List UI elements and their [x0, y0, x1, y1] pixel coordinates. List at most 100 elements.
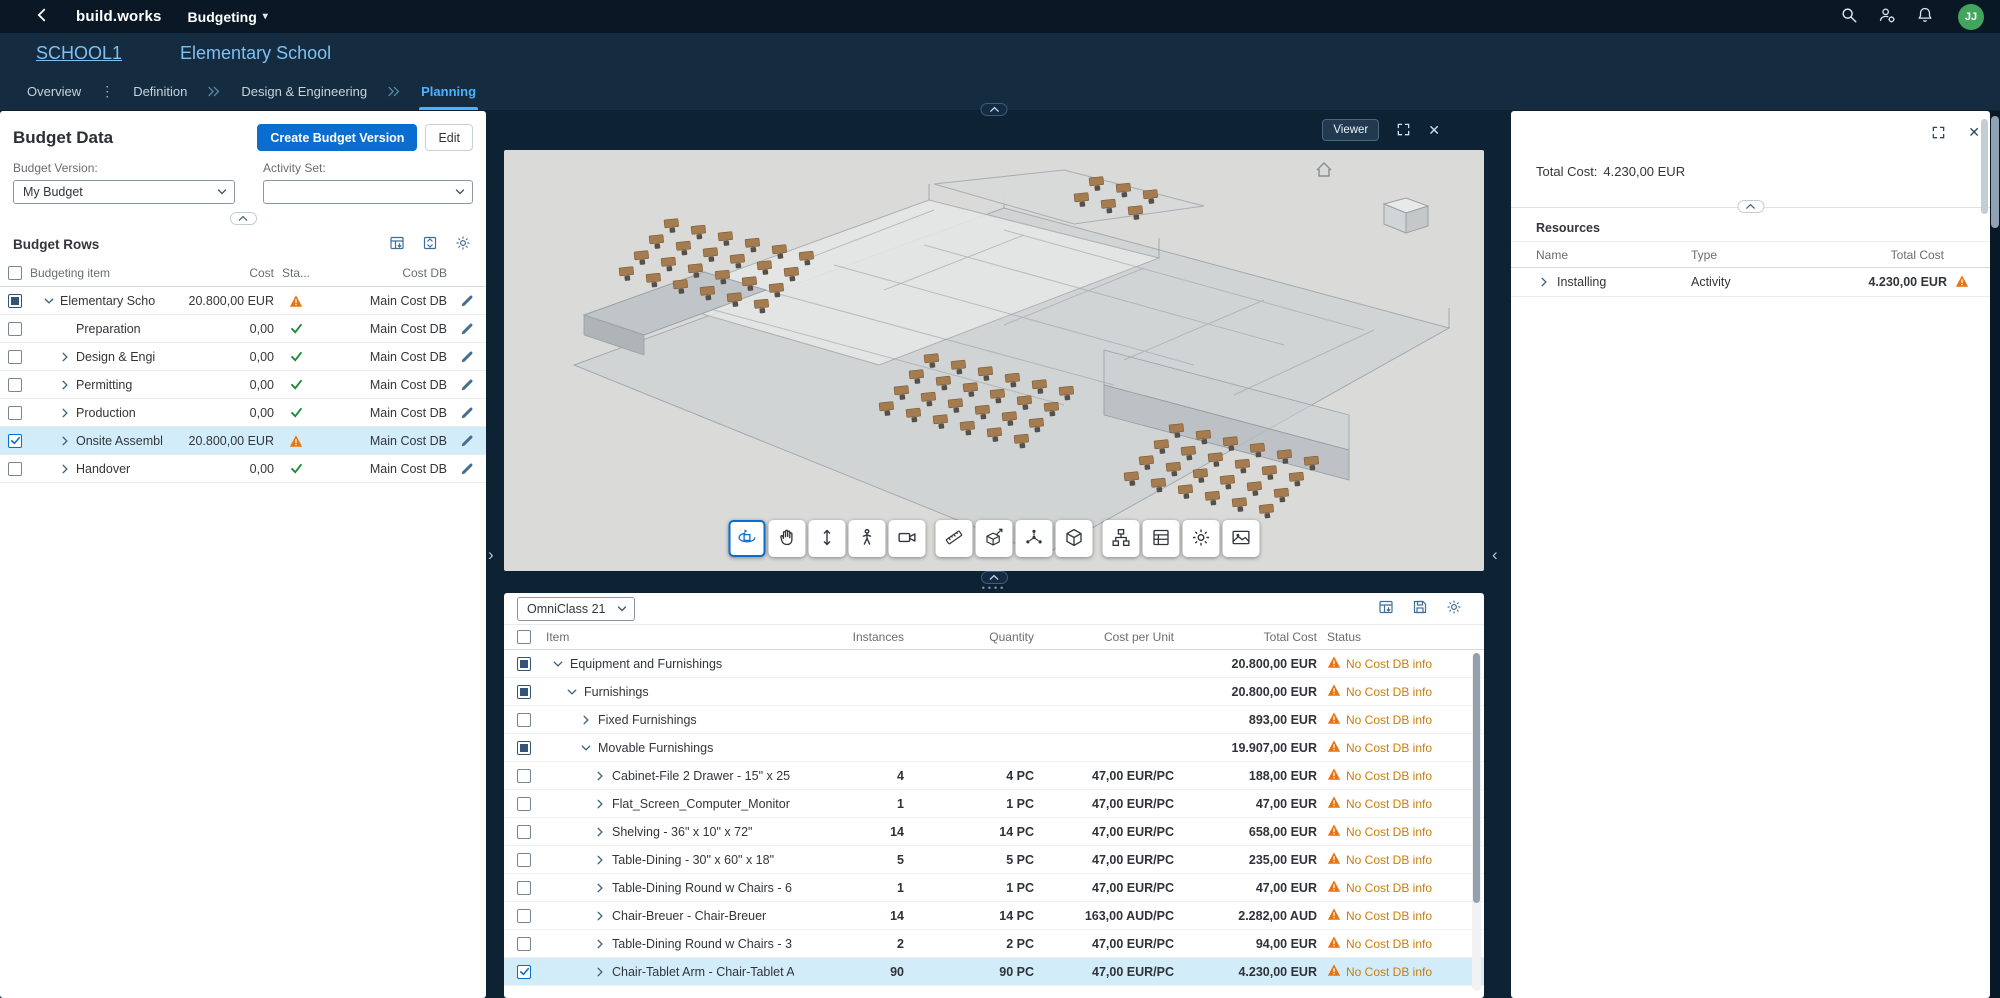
- budget-row[interactable]: Production 0,00 Main Cost DB: [0, 399, 486, 427]
- collapse-node-icon[interactable]: [563, 683, 580, 700]
- row-checkbox[interactable]: [517, 712, 531, 727]
- scrollbar-thumb[interactable]: [1473, 653, 1480, 903]
- row-checkbox[interactable]: [517, 740, 531, 755]
- budget-version-select[interactable]: My Budget: [13, 180, 235, 204]
- expand-node-icon[interactable]: [591, 935, 608, 952]
- back-button[interactable]: [30, 5, 54, 29]
- explode-tool-button[interactable]: [1015, 520, 1053, 557]
- avatar[interactable]: JJ: [1958, 3, 1984, 30]
- edit-pencil-icon[interactable]: [447, 462, 486, 476]
- expand-node-icon[interactable]: [56, 432, 73, 449]
- items-scrollbar[interactable]: [1472, 653, 1481, 991]
- expand-node-icon[interactable]: [56, 348, 73, 365]
- sheet-tool-button[interactable]: [1142, 520, 1180, 557]
- camera-tool-button[interactable]: [888, 520, 926, 557]
- collapse-node-icon[interactable]: [40, 292, 57, 309]
- edit-pencil-icon[interactable]: [447, 434, 486, 448]
- edit-pencil-icon[interactable]: [447, 322, 486, 336]
- row-checkbox[interactable]: [517, 768, 531, 783]
- expand-left-panel-chevron[interactable]: ›: [488, 546, 494, 563]
- expand-node-icon[interactable]: [591, 851, 608, 868]
- search-button[interactable]: [1840, 6, 1858, 27]
- scrollbar-thumb[interactable]: [1981, 119, 1988, 214]
- budget-row[interactable]: Onsite Assembl 20.800,00 EUR Main Cost DB: [0, 427, 486, 455]
- expand-node-icon[interactable]: [56, 376, 73, 393]
- edit-button[interactable]: Edit: [425, 124, 473, 151]
- item-row[interactable]: Equipment and Furnishings 20.800,00 EUR No…: [504, 650, 1484, 678]
- item-row[interactable]: Flat_Screen_Computer_Monitor 1 1 PC 47,00 E…: [504, 790, 1484, 818]
- project-code-link[interactable]: SCHOOL1: [36, 43, 122, 64]
- row-checkbox[interactable]: [517, 796, 531, 811]
- item-row[interactable]: Cabinet-File 2 Drawer - 15" x 25 4 4 PC 47,…: [504, 762, 1484, 790]
- expand-node-icon[interactable]: [56, 460, 73, 477]
- row-checkbox[interactable]: [517, 936, 531, 951]
- expand-node-icon[interactable]: [1535, 274, 1552, 291]
- expand-node-icon[interactable]: [577, 711, 594, 728]
- hierarchy-tool-button[interactable]: [1102, 520, 1140, 557]
- tab-overview[interactable]: Overview: [25, 73, 83, 110]
- pan-tool-button[interactable]: [768, 520, 806, 557]
- expand-node-icon[interactable]: [591, 879, 608, 896]
- expand-node-icon[interactable]: [56, 404, 73, 421]
- row-checkbox[interactable]: [8, 293, 22, 308]
- row-checkbox[interactable]: [8, 321, 22, 336]
- item-row[interactable]: Chair-Tablet Arm - Chair-Tablet A 90 90 PC…: [504, 958, 1484, 986]
- row-checkbox[interactable]: [8, 349, 22, 364]
- edit-pencil-icon[interactable]: [447, 294, 486, 308]
- settings-button[interactable]: [1446, 599, 1462, 618]
- item-row[interactable]: Movable Furnishings 19.907,00 EUR No Cost …: [504, 734, 1484, 762]
- fullscreen-button[interactable]: [1931, 125, 1946, 142]
- row-checkbox[interactable]: [517, 684, 531, 699]
- expand-node-icon[interactable]: [591, 963, 608, 980]
- close-viewer-button[interactable]: ✕: [1428, 123, 1440, 137]
- settings-tool-button[interactable]: [1182, 520, 1220, 557]
- render-tool-button[interactable]: [1222, 520, 1260, 557]
- expand-node-icon[interactable]: [591, 907, 608, 924]
- row-checkbox[interactable]: [517, 656, 531, 671]
- model-3d-canvas[interactable]: [504, 150, 1484, 571]
- row-checkbox[interactable]: [517, 880, 531, 895]
- measure-tool-button[interactable]: [935, 520, 973, 557]
- budget-row[interactable]: Design & Engi 0,00 Main Cost DB: [0, 343, 486, 371]
- tab-definition[interactable]: Definition: [131, 73, 189, 110]
- resources-scrollbar[interactable]: [1981, 119, 1988, 979]
- edit-pencil-icon[interactable]: [447, 406, 486, 420]
- expand-node-icon[interactable]: [591, 795, 608, 812]
- model-tool-button[interactable]: [1055, 520, 1093, 557]
- scrollbar-thumb[interactable]: [1991, 116, 1999, 228]
- expand-node-icon[interactable]: [591, 767, 608, 784]
- item-row[interactable]: Table-Dining - 30" x 60" x 18" 5 5 PC 47,00…: [504, 846, 1484, 874]
- item-row[interactable]: Table-Dining Round w Chairs - 6 1 1 PC 47,0…: [504, 874, 1484, 902]
- collapse-viewer-button[interactable]: [980, 103, 1008, 116]
- budget-row[interactable]: Elementary Scho 20.800,00 EUR Main Cost DB: [0, 287, 486, 315]
- row-checkbox[interactable]: [517, 908, 531, 923]
- user-settings-button[interactable]: [1878, 6, 1896, 27]
- fullscreen-button[interactable]: [1396, 122, 1411, 139]
- select-all-checkbox[interactable]: [517, 630, 531, 644]
- resource-row[interactable]: Installing Activity 4.230,00 EUR: [1511, 268, 1990, 297]
- item-row[interactable]: Table-Dining Round w Chairs - 3 2 2 PC 47,0…: [504, 930, 1484, 958]
- expand-right-panel-chevron[interactable]: ‹: [1492, 546, 1498, 563]
- row-checkbox[interactable]: [517, 824, 531, 839]
- drag-handle[interactable]: ••••: [982, 584, 1007, 593]
- first-person-tool-button[interactable]: [848, 520, 886, 557]
- export-table-button[interactable]: [1378, 599, 1394, 618]
- close-panel-button[interactable]: ✕: [1968, 125, 1980, 142]
- page-scrollbar[interactable]: [1990, 111, 2000, 998]
- edit-pencil-icon[interactable]: [447, 350, 486, 364]
- item-row[interactable]: Chair-Breuer - Chair-Breuer 14 14 PC 163,00…: [504, 902, 1484, 930]
- create-budget-version-button[interactable]: Create Budget Version: [257, 124, 418, 151]
- collapse-filters-button[interactable]: [229, 212, 257, 225]
- row-checkbox[interactable]: [8, 377, 22, 392]
- zoom-tool-button[interactable]: [808, 520, 846, 557]
- item-row[interactable]: Fixed Furnishings 893,00 EUR No Cost DB in…: [504, 706, 1484, 734]
- row-checkbox[interactable]: [517, 964, 531, 979]
- project-name-link[interactable]: Elementary School: [180, 43, 331, 64]
- edit-pencil-icon[interactable]: [447, 378, 486, 392]
- select-all-checkbox[interactable]: [8, 266, 22, 280]
- settings-button[interactable]: [455, 235, 471, 254]
- budget-row[interactable]: Permitting 0,00 Main Cost DB: [0, 371, 486, 399]
- budget-row[interactable]: Handover 0,00 Main Cost DB: [0, 455, 486, 483]
- tab-planning[interactable]: Planning: [419, 73, 478, 110]
- save-view-button[interactable]: [1412, 599, 1428, 618]
